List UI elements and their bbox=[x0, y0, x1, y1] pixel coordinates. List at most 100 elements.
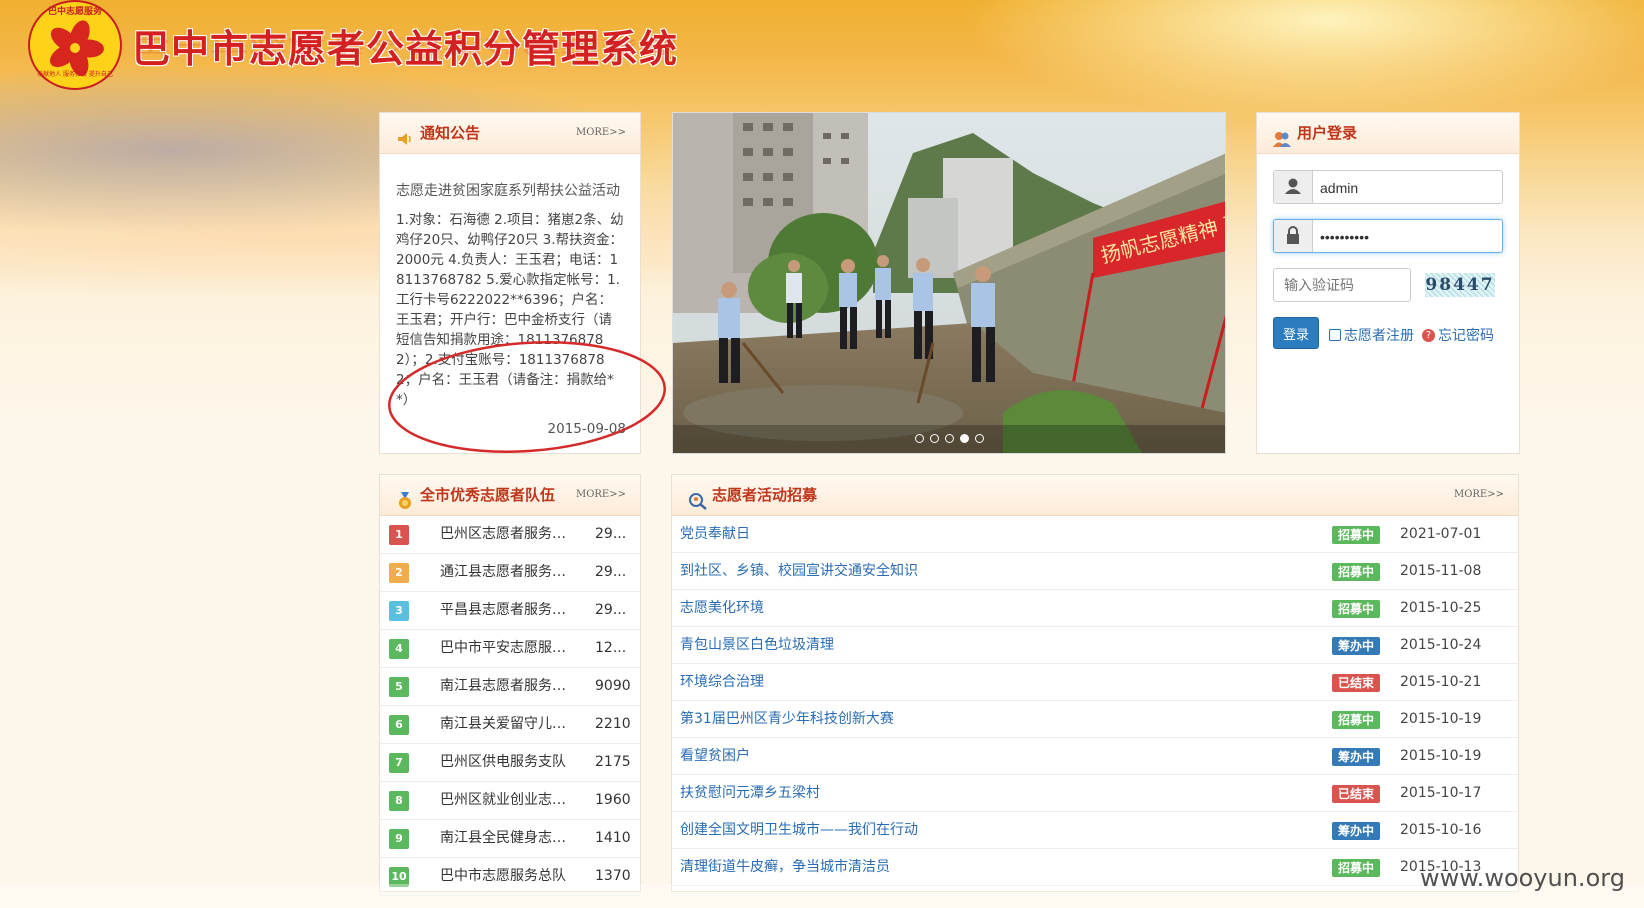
watermark: www.wooyun.org bbox=[1420, 864, 1625, 892]
rank-badge: 2 bbox=[389, 563, 409, 583]
team-name: 南江县志愿者服务支队 bbox=[440, 678, 570, 694]
rank-badge: 3 bbox=[389, 601, 409, 621]
notice-title[interactable]: 志愿走进贫困家庭系列帮扶公益活动 bbox=[396, 180, 624, 200]
users-icon bbox=[1273, 123, 1291, 147]
activity-link[interactable]: 清理街道牛皮癣，争当城市清洁员 bbox=[680, 849, 890, 885]
team-list: 1 巴州区志愿者服务支队 29... 2 通江县志愿者服务支队 29... 3 平昌县志愿… bbox=[380, 516, 640, 896]
login-button[interactable]: 登录 bbox=[1273, 317, 1319, 349]
status-badge: 筹办中 bbox=[1332, 637, 1381, 655]
team-name: 巴州区志愿者服务支队 bbox=[440, 526, 570, 542]
status-badge: 招募中 bbox=[1332, 711, 1381, 729]
slideshow-dots bbox=[673, 431, 1225, 447]
notice-heading: 通知公告 bbox=[420, 124, 481, 142]
list-item[interactable]: 6 南江县关爱留守儿童志愿者 2210 bbox=[380, 706, 640, 744]
list-item[interactable]: 2 通江县志愿者服务支队 29... bbox=[380, 554, 640, 592]
list-item[interactable]: 1 巴州区志愿者服务支队 29... bbox=[380, 516, 640, 554]
username-input[interactable] bbox=[1318, 171, 1492, 205]
team-ranking-heading: 全市优秀志愿者队伍 bbox=[420, 486, 556, 504]
status-badge: 招募中 bbox=[1332, 563, 1381, 581]
table-row: 环境综合治理 已结束 2015-10-21 bbox=[672, 664, 1518, 701]
activity-link[interactable]: 志愿美化环境 bbox=[680, 590, 764, 626]
team-score: 9090 bbox=[595, 678, 631, 694]
login-heading: 用户登录 bbox=[1297, 124, 1358, 142]
notice-header: 通知公告 MORE>> bbox=[380, 113, 640, 154]
watermark-band bbox=[0, 884, 1644, 908]
register-label: 志愿者注册 bbox=[1344, 328, 1414, 344]
activity-link[interactable]: 第31届巴州区青少年科技创新大赛 bbox=[680, 701, 894, 737]
activity-link[interactable]: 创建全国文明卫生城市——我们在行动 bbox=[680, 812, 918, 848]
slide-dot-3[interactable] bbox=[944, 434, 954, 443]
table-row: 青包山景区白色垃圾清理 筹办中 2015-10-24 bbox=[672, 627, 1518, 664]
slide-dot-2[interactable] bbox=[929, 434, 939, 443]
table-row: 看望贫困户 筹办中 2015-10-19 bbox=[672, 738, 1518, 775]
username-field-group bbox=[1273, 170, 1503, 205]
table-row: 创建全国文明卫生城市——我们在行动 筹办中 2015-10-16 bbox=[672, 812, 1518, 849]
activity-date: 2015-11-08 bbox=[1400, 563, 1482, 579]
notice-body: 1.对象：石海德 2.项目：猪崽2条、幼鸡仔20只、幼鸭仔20只 3.帮扶资金：… bbox=[396, 212, 624, 408]
activity-link[interactable]: 看望贫困户 bbox=[680, 738, 750, 774]
status-badge: 招募中 bbox=[1332, 600, 1381, 618]
rank-badge: 8 bbox=[389, 791, 409, 811]
team-more-link[interactable]: MORE>> bbox=[576, 475, 626, 515]
lock-icon bbox=[1274, 220, 1313, 252]
list-item[interactable]: 9 南江县全民健身志愿者 1410 bbox=[380, 820, 640, 858]
photo-slideshow[interactable]: 扬帆志愿精神 建设美好 bbox=[672, 112, 1226, 454]
status-badge: 筹办中 bbox=[1332, 748, 1381, 766]
notice-panel: 通知公告 MORE>> 志愿走进贫困家庭系列帮扶公益活动 1.对象：石海德 2.… bbox=[379, 112, 641, 454]
list-item[interactable]: 8 巴州区就业创业志愿者 1960 bbox=[380, 782, 640, 820]
password-field-group bbox=[1273, 219, 1503, 254]
activity-link[interactable]: 到社区、乡镇、校园宣讲交通安全知识 bbox=[680, 553, 918, 589]
activity-link[interactable]: 扶贫慰问元潭乡五梁村 bbox=[680, 775, 820, 811]
captcha-image[interactable]: 98447 bbox=[1425, 273, 1495, 297]
team-name: 平昌县志愿者服务支队 bbox=[440, 602, 570, 618]
notice-date: 2015-09-08 bbox=[547, 421, 626, 437]
password-input[interactable] bbox=[1318, 220, 1492, 254]
login-header: 用户登录 bbox=[1257, 113, 1519, 154]
team-score: 2210 bbox=[595, 716, 631, 732]
captcha-input[interactable] bbox=[1273, 268, 1411, 302]
register-link[interactable]: 志愿者注册 bbox=[1329, 325, 1414, 345]
recruit-heading: 志愿者活动招募 bbox=[712, 486, 818, 504]
team-score: 1410 bbox=[595, 830, 631, 846]
team-score: 29... bbox=[595, 602, 627, 618]
search-people-icon bbox=[688, 485, 707, 510]
team-name: 巴中市平安志愿服务支队 bbox=[440, 640, 570, 656]
notice-more-link[interactable]: MORE>> bbox=[576, 113, 626, 153]
site-logo[interactable]: 巴中志愿服务 奉献他人 服务社会 提升自己 bbox=[28, 0, 122, 90]
activity-date: 2015-10-16 bbox=[1400, 822, 1482, 838]
activity-link[interactable]: 党员奉献日 bbox=[680, 516, 750, 552]
status-badge: 已结束 bbox=[1332, 674, 1381, 692]
activity-link[interactable]: 环境综合治理 bbox=[680, 664, 764, 700]
team-name: 通江县志愿者服务支队 bbox=[440, 564, 570, 580]
activity-date: 2015-10-19 bbox=[1400, 748, 1482, 764]
rank-badge: 9 bbox=[389, 829, 409, 849]
team-name: 巴州区就业创业志愿者 bbox=[440, 792, 570, 808]
slide-dot-1[interactable] bbox=[914, 434, 924, 443]
forgot-password-link[interactable]: ? 忘记密码 bbox=[1422, 325, 1494, 345]
speaker-icon bbox=[396, 123, 414, 145]
table-row: 志愿美化环境 招募中 2015-10-25 bbox=[672, 590, 1518, 627]
list-item[interactable]: 7 巴州区供电服务支队 2175 bbox=[380, 744, 640, 782]
status-badge: 招募中 bbox=[1332, 526, 1381, 544]
slide-dot-5[interactable] bbox=[974, 434, 984, 443]
question-icon: ? bbox=[1422, 328, 1435, 342]
activity-date: 2015-10-21 bbox=[1400, 674, 1482, 690]
slide-dot-4[interactable] bbox=[959, 434, 969, 443]
medal-icon bbox=[396, 485, 414, 509]
team-name: 巴州区供电服务支队 bbox=[440, 754, 566, 770]
recruit-more-link[interactable]: MORE>> bbox=[1454, 475, 1504, 515]
team-score: 1960 bbox=[595, 792, 631, 808]
edit-icon bbox=[1329, 329, 1341, 341]
list-item[interactable]: 4 巴中市平安志愿服务支队 12... bbox=[380, 630, 640, 668]
activity-date: 2015-10-25 bbox=[1400, 600, 1482, 616]
status-badge: 招募中 bbox=[1332, 859, 1381, 877]
activity-link[interactable]: 青包山景区白色垃圾清理 bbox=[680, 627, 834, 663]
activity-recruit-panel: 志愿者活动招募 MORE>> 党员奉献日 招募中 2021-07-01 到社区、乡镇… bbox=[671, 474, 1519, 892]
team-score: 29... bbox=[595, 564, 627, 580]
table-row: 扶贫慰问元潭乡五梁村 已结束 2015-10-17 bbox=[672, 775, 1518, 812]
activity-date: 2021-07-01 bbox=[1400, 526, 1482, 542]
activity-date: 2015-10-17 bbox=[1400, 785, 1482, 801]
list-item[interactable]: 5 南江县志愿者服务支队 9090 bbox=[380, 668, 640, 706]
team-ranking-header: 全市优秀志愿者队伍 MORE>> bbox=[380, 475, 640, 516]
list-item[interactable]: 3 平昌县志愿者服务支队 29... bbox=[380, 592, 640, 630]
